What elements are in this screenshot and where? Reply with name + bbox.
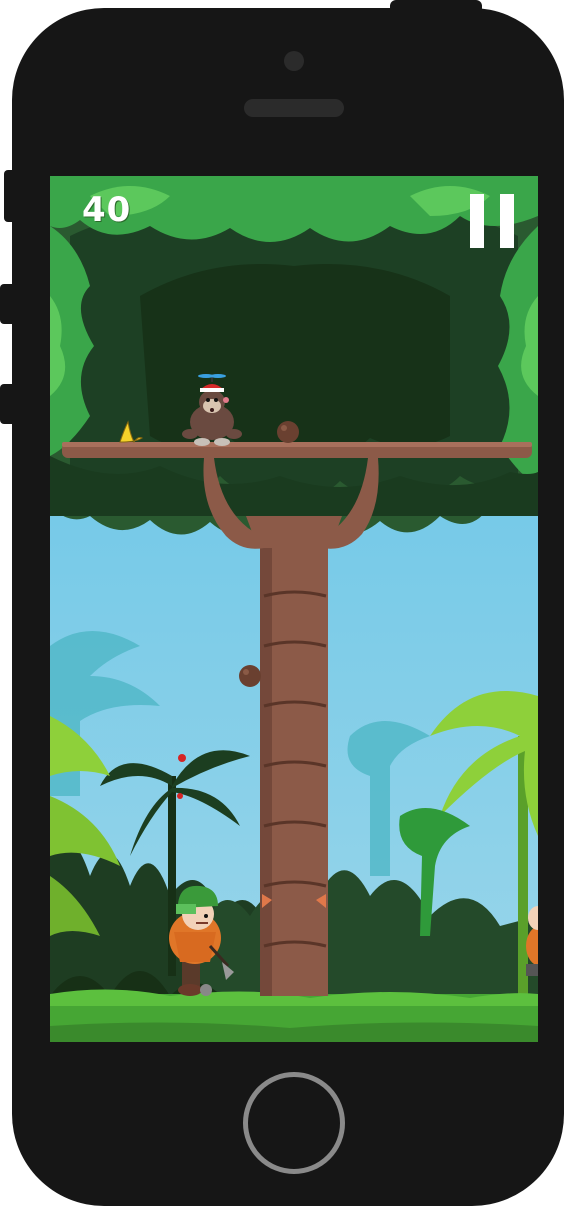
front-camera bbox=[284, 51, 304, 71]
falling-coconut-icon bbox=[239, 665, 261, 687]
pause-button[interactable] bbox=[470, 194, 516, 248]
ground bbox=[50, 989, 538, 1042]
tree-canopy bbox=[50, 176, 538, 541]
home-button[interactable] bbox=[243, 1072, 345, 1174]
game-screen[interactable] bbox=[50, 176, 538, 1042]
earpiece-speaker bbox=[244, 99, 344, 117]
game-scene bbox=[50, 176, 538, 1042]
score-counter: 40 bbox=[82, 190, 132, 230]
branch-platform bbox=[62, 442, 532, 458]
coconut-icon bbox=[277, 421, 299, 443]
tree-trunk bbox=[260, 536, 328, 996]
